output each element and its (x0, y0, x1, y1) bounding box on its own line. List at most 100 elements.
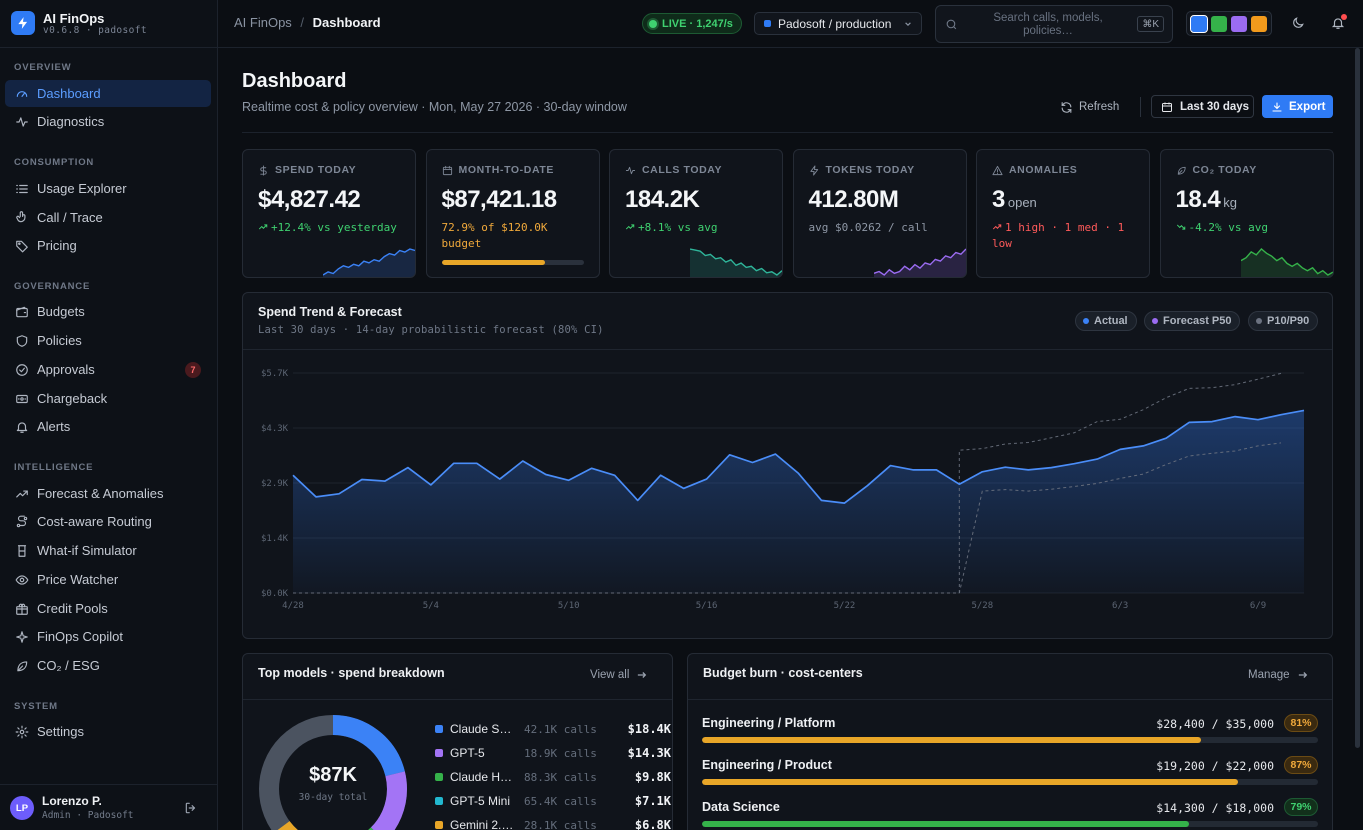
model-calls: 28.1K calls (524, 818, 597, 830)
sidebar-item-chargeback[interactable]: Chargeback (5, 385, 211, 412)
route-icon (16, 515, 28, 527)
model-row[interactable]: Claude S… 42.1K calls $18.4K (435, 721, 671, 737)
gift-icon (16, 603, 28, 615)
sparkle-icon (16, 630, 28, 643)
model-calls: 18.9K calls (524, 746, 597, 760)
user-name: Lorenzo P. (42, 794, 102, 808)
sidebar-item-price-watcher[interactable]: Price Watcher (5, 566, 211, 593)
kpi-value-number: $87,421.18 (441, 186, 558, 213)
kpi-label: MONTH-TO-DATE (442, 164, 554, 176)
tag-icon (16, 240, 28, 252)
sidebar-item-cost-aware-routing[interactable]: Cost-aware Routing (5, 508, 211, 535)
kpi-subtext-value: avg $0.0262 / call (808, 221, 928, 234)
brand-name: AI FinOps (43, 11, 105, 26)
bolt-logo-icon (11, 11, 35, 35)
sidebar-item-diagnostics[interactable]: Diagnostics (5, 108, 211, 135)
sidebar-item-call-trace[interactable]: Call / Trace (5, 204, 211, 231)
kpi-subtext-value: +8.1% vs avg (638, 221, 718, 234)
sidebar-item-label: Diagnostics (37, 114, 105, 129)
org-name: Padosoft / production (778, 16, 892, 31)
sidebar-item-co-esg[interactable]: CO₂ / ESG (5, 652, 211, 679)
view-all-link[interactable]: View all (590, 669, 647, 681)
legend-actual[interactable]: Actual (1075, 311, 1137, 331)
search-input[interactable]: Search calls, models, policies… (978, 12, 1118, 38)
legend-forecast-p50[interactable]: Forecast P50 (1144, 311, 1241, 331)
sidebar-item-credit-pools[interactable]: Credit Pools (5, 595, 211, 622)
export-button[interactable]: Export (1262, 95, 1333, 118)
date-range-button[interactable]: Last 30 days (1151, 95, 1254, 118)
breadcrumb-root[interactable]: AI FinOps (234, 15, 292, 30)
cost-center-percent-badge: 87% (1284, 756, 1318, 774)
manage-label: Manage (1248, 669, 1290, 681)
legend-label: P10/P90 (1267, 315, 1310, 327)
manage-link[interactable]: Manage (1248, 669, 1308, 681)
kpi-card-spend-today[interactable]: SPEND TODAY $4,827.42 +12.4% vs yesterday (242, 149, 416, 278)
search-box[interactable]: Search calls, models, policies… ⌘K (935, 5, 1173, 43)
model-row[interactable]: GPT-5 18.9K calls $14.3K (435, 745, 671, 761)
model-row[interactable]: Gemini 2.… 28.1K calls $6.8K (435, 817, 671, 830)
view-all-label: View all (590, 669, 630, 681)
kpi-value: $4,827.42 (258, 186, 361, 214)
model-calls: 42.1K calls (524, 722, 597, 736)
shield-icon (16, 334, 28, 347)
kpi-card-calls-today[interactable]: CALLS TODAY 184.2K +8.1% vs avg (609, 149, 783, 278)
theme-swatch[interactable] (1231, 15, 1247, 32)
kpi-card-anomalies[interactable]: ANOMALIES 3 open 1 high · 1 med · 1 low (976, 149, 1150, 278)
sidebar-item-usage-explorer[interactable]: Usage Explorer (5, 175, 211, 202)
kpi-sparkline (1240, 248, 1333, 277)
kpi-card-month-to-date[interactable]: MONTH-TO-DATE $87,421.18 72.9% of $120.0K … (425, 149, 600, 278)
sidebar-item-label: Credit Pools (37, 601, 108, 616)
sidebar-item-settings[interactable]: Settings (5, 718, 211, 745)
cost-center-percent-badge: 79% (1284, 798, 1318, 816)
kpi-card-co-today[interactable]: CO₂ TODAY 18.4 kg -4.2% vs avg (1159, 149, 1334, 278)
sidebar-item-policies[interactable]: Policies (5, 327, 211, 354)
model-cost: $14.3K (627, 746, 671, 760)
sidebar-item-budgets[interactable]: Budgets (5, 298, 211, 325)
model-row[interactable]: GPT-5 Mini 65.4K calls $7.1K (435, 793, 671, 809)
model-name: Claude S… (450, 722, 512, 736)
trend-down-icon (1176, 224, 1185, 230)
spend-trend-chart: $0.0K $1.4K $2.9K $4.3K $5.7K 4/28 5/4 5/10 5/16… (261, 369, 1305, 611)
legend-label: Forecast P50 (1163, 315, 1232, 327)
theme-picker (1186, 11, 1272, 36)
sidebar-item-alerts[interactable]: Alerts (5, 413, 211, 440)
y-tick-label: $5.7K (261, 369, 289, 379)
sidebar-item-finops-copilot[interactable]: FinOps Copilot (5, 623, 211, 650)
kpi-value-number: 184.2K (625, 186, 700, 213)
kpi-card-tokens-today[interactable]: TOKENS TODAY 412.80M avg $0.0262 / call (792, 149, 967, 278)
theme-swatch[interactable] (1251, 15, 1267, 32)
search-icon (946, 19, 957, 30)
legend-dot-icon (1083, 318, 1089, 324)
eye-icon (15, 574, 29, 585)
sidebar-item-dashboard[interactable]: Dashboard (5, 80, 211, 107)
user-profile[interactable]: LP Lorenzo P. Admin · Padosoft (0, 784, 217, 830)
brand[interactable]: AI FinOps v0.6.8 · padosoft (0, 0, 217, 48)
donut-total-value: $87K (309, 764, 357, 786)
cost-center-name: Data Science (702, 800, 780, 814)
kpi-subtext: avg $0.0262 / call (809, 220, 959, 236)
budget-progress-bar (441, 260, 584, 265)
model-row[interactable]: Claude H… 88.3K calls $9.8K (435, 769, 671, 785)
sidebar-item-label: Cost-aware Routing (37, 514, 152, 529)
sidebar-item-what-if-simulator[interactable]: What-if Simulator (5, 537, 211, 564)
sidebar-item-label: Chargeback (37, 391, 108, 406)
logout-icon[interactable] (184, 801, 198, 815)
panel-divider (688, 699, 1332, 700)
nav-section-intelligence: INTELLIGENCE (14, 462, 94, 473)
org-selector[interactable]: Padosoft / production (754, 12, 922, 35)
x-tick-label: 6/9 (1250, 601, 1266, 611)
cost-center-name: Engineering / Platform (702, 716, 836, 730)
theme-swatch[interactable] (1211, 15, 1227, 32)
sidebar-item-pricing[interactable]: Pricing (5, 232, 211, 259)
scrollbar[interactable] (1355, 48, 1360, 748)
theme-swatch[interactable] (1190, 14, 1208, 33)
sidebar-item-approvals[interactable]: Approvals 7 (5, 356, 211, 383)
top-models-panel: Top models · spend breakdown View all $8… (242, 653, 673, 830)
live-dot-icon (649, 19, 657, 28)
sidebar-item-forecast-anomalies[interactable]: Forecast & Anomalies (5, 480, 211, 507)
kpi-label-text: CO₂ TODAY (1192, 164, 1257, 176)
legend-p10-p90[interactable]: P10/P90 (1248, 311, 1319, 331)
moon-icon[interactable] (1291, 16, 1305, 30)
calendar-icon (442, 165, 452, 175)
refresh-button[interactable]: Refresh (1060, 96, 1119, 118)
